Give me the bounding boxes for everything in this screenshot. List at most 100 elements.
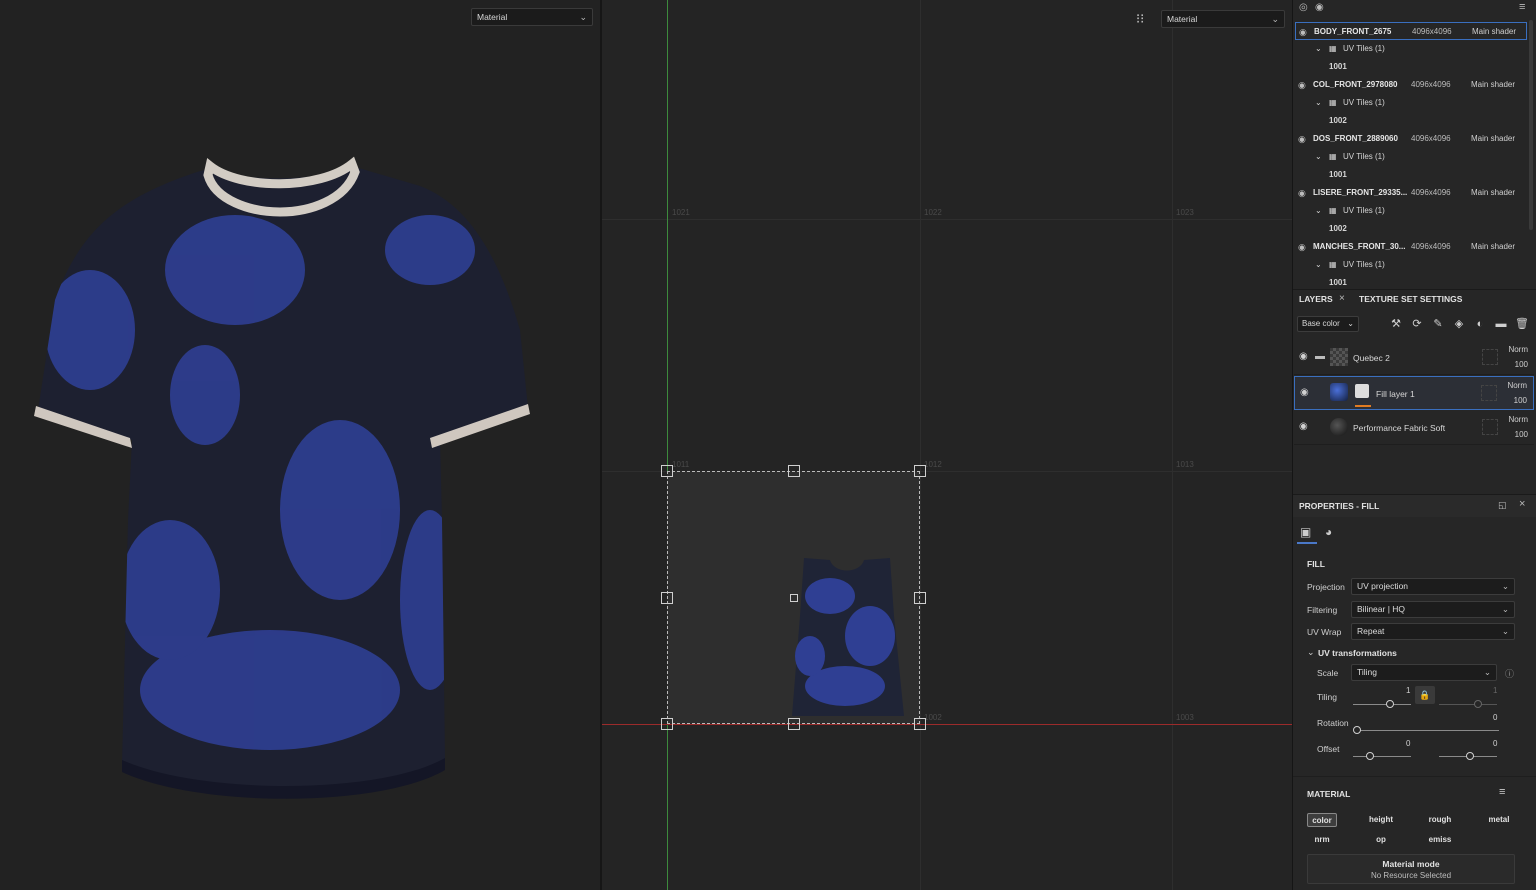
lock-icon[interactable]: 🔒 (1415, 686, 1435, 704)
eye-icon[interactable]: ◉ (1298, 184, 1306, 202)
uv-tile-row[interactable]: 1002 (1295, 220, 1527, 238)
projection-dropdown[interactable]: UV projection ⌄ (1351, 578, 1515, 595)
transform-handle-bottom-right[interactable] (914, 718, 926, 730)
material-sphere-icon[interactable]: ◕ (1325, 525, 1332, 539)
tiling-v-knob[interactable] (1474, 700, 1482, 708)
viewport-2d-uv[interactable]: 1021 1022 1023 1011 1012 1013 1001 1002 … (602, 0, 1292, 890)
texture-set-row[interactable]: ◉ LISERE_FRONT_29335... 4096x4096 Main s… (1295, 184, 1527, 202)
view-options-icon[interactable]: ⁝⁝ (1136, 11, 1144, 27)
offset-u-knob[interactable] (1366, 752, 1374, 760)
folder-icon[interactable]: ▬ (1494, 317, 1508, 331)
uv-tile-row[interactable]: 1001 (1295, 58, 1527, 76)
rotation-knob[interactable] (1353, 726, 1361, 734)
chevron-down-icon[interactable]: ⌄ (1315, 40, 1322, 58)
offset-u-slider[interactable] (1353, 756, 1411, 757)
texture-set-row[interactable]: ◉ DOS_FRONT_2889060 4096x4096 Main shade… (1295, 130, 1527, 148)
offset-u-value[interactable]: 0 (1406, 739, 1410, 748)
transform-handle-top-left[interactable] (661, 465, 673, 477)
tiling-u-value[interactable]: 1 (1406, 686, 1410, 695)
mask-thumbnail[interactable] (1482, 349, 1498, 365)
layer-opacity[interactable]: 100 (1515, 360, 1528, 369)
tab-layers[interactable]: LAYERS (1299, 294, 1333, 304)
texture-set-row[interactable]: ◉ MANCHES_FRONT_30... 4096x4096 Main sha… (1295, 238, 1527, 256)
eye-icon[interactable]: ◉ (1299, 351, 1308, 362)
eye-icon[interactable]: ◉ (1299, 421, 1308, 432)
mask-thumbnail[interactable] (1482, 419, 1498, 435)
tiling-u-slider[interactable] (1353, 704, 1411, 705)
float-panel-icon[interactable]: ◱ (1498, 500, 1507, 511)
transform-handle-left[interactable] (661, 592, 673, 604)
mask-thumbnail[interactable] (1481, 385, 1497, 401)
tiling-u-knob[interactable] (1386, 700, 1394, 708)
rotation-slider[interactable] (1355, 730, 1499, 731)
channel-color-button[interactable]: color (1307, 813, 1337, 827)
layer-opacity[interactable]: 100 (1514, 396, 1527, 405)
material-options-icon[interactable]: ≡ (1499, 786, 1505, 798)
trash-icon[interactable]: 🗑 (1515, 317, 1529, 331)
uv-tile-row[interactable]: 1001 (1295, 166, 1527, 184)
layer-row-performance-fabric[interactable]: ◉ Performance Fabric Soft Norm 100 (1294, 411, 1534, 445)
fill-bucket-icon[interactable]: ◈ (1452, 317, 1466, 331)
uv-tiles-row[interactable]: ⌄ ▦ UV Tiles (1) (1295, 94, 1527, 112)
chevron-down-icon[interactable]: ⌄ (1307, 647, 1315, 658)
fill-properties-icon[interactable]: ▣ (1300, 525, 1311, 539)
tiling-v-slider[interactable] (1439, 704, 1497, 705)
uv-tiles-row[interactable]: ⌄ ▦ UV Tiles (1) (1295, 256, 1527, 274)
texture-set-list[interactable]: ◉ BODY_FRONT_2675 4096x4096 Main shader … (1293, 20, 1527, 288)
offset-v-knob[interactable] (1466, 752, 1474, 760)
uv-tiles-row[interactable]: ⌄ ▦ UV Tiles (1) (1295, 148, 1527, 166)
chevron-down-icon[interactable]: ⌄ (1315, 256, 1322, 274)
blend-mode[interactable]: Norm (1507, 381, 1527, 390)
eye-icon[interactable]: ◉ (1298, 76, 1306, 94)
material-mode-box[interactable]: Material mode No Resource Selected (1307, 854, 1515, 884)
close-icon[interactable]: × (1519, 498, 1525, 510)
hide-icon[interactable]: ◎ (1299, 2, 1308, 13)
transform-handle-bottom[interactable] (788, 718, 800, 730)
close-icon[interactable]: × (1339, 293, 1345, 304)
eye-icon[interactable]: ◉ (1315, 2, 1324, 13)
channel-dropdown[interactable]: Base color ⌄ (1297, 316, 1359, 332)
tab-texture-set-settings[interactable]: TEXTURE SET SETTINGS (1359, 294, 1462, 304)
blend-mode[interactable]: Norm (1508, 345, 1528, 354)
uv-wrap-dropdown[interactable]: Repeat ⌄ (1351, 623, 1515, 640)
chevron-down-icon[interactable]: ⌄ (1315, 94, 1322, 112)
scrollbar[interactable] (1529, 20, 1533, 230)
blend-mode[interactable]: Norm (1508, 415, 1528, 424)
viewport-3d[interactable]: Material ⌄ (0, 0, 600, 890)
tiling-v-value[interactable]: 1 (1493, 686, 1497, 695)
transform-handle-top-right[interactable] (914, 465, 926, 477)
offset-v-value[interactable]: 0 (1493, 739, 1497, 748)
scale-dropdown[interactable]: Tiling ⌄ (1351, 664, 1497, 681)
channel-metal-button[interactable]: metal (1483, 813, 1515, 827)
channel-emiss-button[interactable]: emiss (1425, 833, 1455, 847)
mask-icon[interactable]: ◐ (1473, 317, 1487, 331)
uv-tiles-row[interactable]: ⌄ ▦ UV Tiles (1) (1295, 202, 1527, 220)
info-icon[interactable]: ⓘ (1505, 667, 1514, 680)
texture-set-row[interactable]: ◉ BODY_FRONT_2675 4096x4096 Main shader (1295, 22, 1527, 40)
uv-transformations-title[interactable]: UV transformations (1318, 648, 1397, 658)
transform-handle-bottom-left[interactable] (661, 718, 673, 730)
layer-row-quebec[interactable]: ◉ ▬ Quebec 2 Norm 100 (1294, 341, 1534, 375)
transform-handle-right[interactable] (914, 592, 926, 604)
channel-rough-button[interactable]: rough (1425, 813, 1455, 827)
transform-handle-top[interactable] (788, 465, 800, 477)
eye-icon[interactable]: ◉ (1300, 387, 1309, 398)
uv-tile-row[interactable]: 1002 (1295, 112, 1527, 130)
eye-icon[interactable]: ◉ (1298, 238, 1306, 256)
layer-row-fill-layer[interactable]: ◉ Fill layer 1 Norm 100 (1294, 376, 1534, 410)
channel-nrm-button[interactable]: nrm (1307, 833, 1337, 847)
viewport-2d-mode-dropdown[interactable]: Material ⌄ (1161, 10, 1285, 28)
layer-opacity[interactable]: 100 (1515, 430, 1528, 439)
eye-icon[interactable]: ◉ (1299, 23, 1307, 41)
chevron-down-icon[interactable]: ⌄ (1315, 202, 1322, 220)
uv-tile-row[interactable]: 1001 (1295, 274, 1527, 288)
menu-icon[interactable]: ≡ (1519, 1, 1525, 13)
rotation-value[interactable]: 0 (1493, 713, 1497, 722)
magic-wand-icon[interactable]: ⚒ (1389, 317, 1403, 331)
channel-op-button[interactable]: op (1365, 833, 1397, 847)
transform-handle-center[interactable] (790, 594, 798, 602)
eye-icon[interactable]: ◉ (1298, 130, 1306, 148)
smart-material-icon[interactable]: ⟳ (1410, 317, 1424, 331)
uv-tiles-row[interactable]: ⌄ ▦ UV Tiles (1) (1295, 40, 1527, 58)
chevron-down-icon[interactable]: ⌄ (1315, 148, 1322, 166)
